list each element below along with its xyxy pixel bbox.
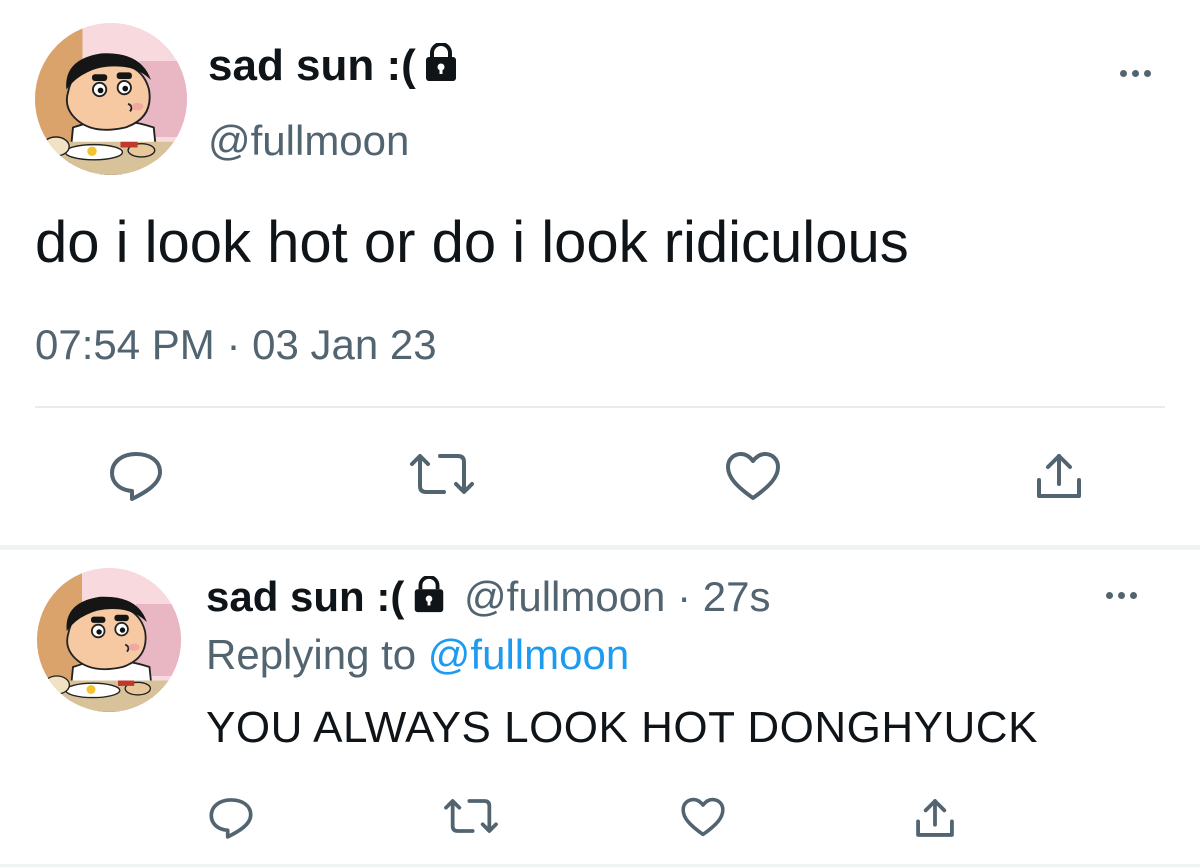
display-name-text: sad sun :(	[208, 41, 416, 90]
meta-separator: ·	[226, 321, 241, 368]
tweet-date: 03 Jan 23	[252, 321, 437, 368]
mention-link[interactable]: @fullmoon	[428, 631, 629, 678]
replying-to: Replying to @fullmoon	[206, 630, 629, 680]
share-icon[interactable]	[913, 796, 957, 845]
reply-header: sad sun :( @fullmoon · 27s	[206, 572, 770, 625]
like-icon[interactable]	[680, 796, 726, 843]
display-name-text: sad sun :(	[206, 573, 405, 620]
avatar[interactable]	[37, 568, 181, 712]
tweet-text: YOU ALWAYS LOOK HOT DONGHYUCK	[206, 703, 1038, 752]
lock-icon	[412, 575, 446, 625]
divider	[35, 406, 1165, 408]
lock-icon	[423, 42, 458, 95]
tweet-age[interactable]: 27s	[703, 573, 771, 620]
reply-icon[interactable]	[208, 796, 254, 845]
section-divider	[0, 545, 1200, 550]
avatar[interactable]	[35, 23, 187, 175]
display-name[interactable]: sad sun :(	[208, 40, 458, 95]
meta-separator: ·	[677, 573, 692, 620]
user-handle[interactable]: @fullmoon	[208, 116, 409, 166]
retweet-icon[interactable]	[441, 796, 501, 841]
more-icon[interactable]	[1120, 70, 1151, 77]
tweet-timestamp[interactable]: 07:54 PM · 03 Jan 23	[35, 318, 437, 372]
display-name[interactable]: sad sun :(	[206, 573, 446, 620]
replying-prefix: Replying to	[206, 631, 417, 678]
tweet-text: do i look hot or do i look ridiculous	[35, 210, 909, 275]
more-icon[interactable]	[1106, 592, 1137, 599]
tweet-time: 07:54 PM	[35, 321, 215, 368]
reply-icon[interactable]	[108, 450, 164, 507]
retweet-icon[interactable]	[406, 450, 478, 503]
like-icon[interactable]	[724, 450, 782, 507]
user-handle[interactable]: @fullmoon	[464, 573, 665, 620]
main-tweet: sad sun :( @fullmoon do i look hot or do…	[0, 0, 1200, 545]
share-icon[interactable]	[1033, 450, 1085, 507]
